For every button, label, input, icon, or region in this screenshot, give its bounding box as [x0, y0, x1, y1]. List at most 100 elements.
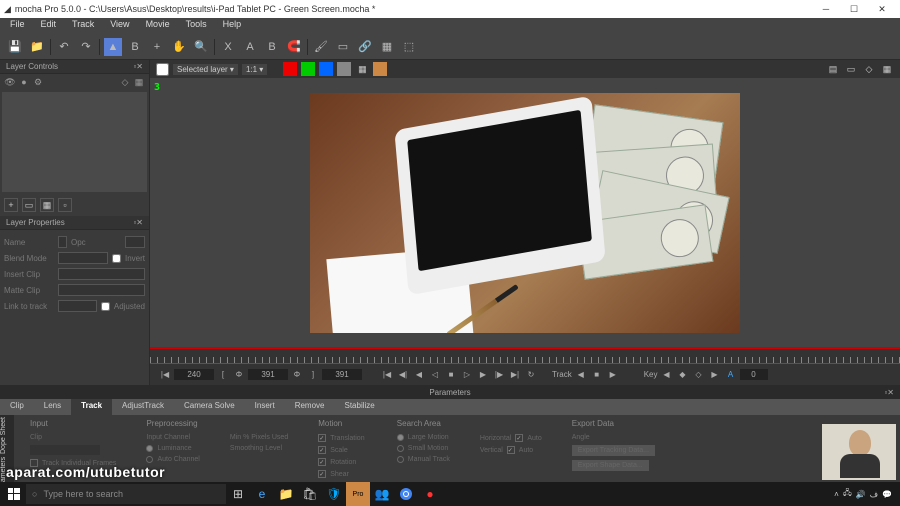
- brush-icon[interactable]: 🖌: [312, 38, 330, 56]
- network-icon[interactable]: 🖧: [843, 487, 852, 501]
- tray-up-icon[interactable]: ˄: [834, 490, 839, 499]
- set-out-icon[interactable]: ]: [306, 368, 320, 382]
- autokey-icon[interactable]: A: [724, 368, 738, 382]
- zoom-selector[interactable]: 1:1 ▾: [242, 64, 267, 75]
- params-close-icon[interactable]: ▫✕: [884, 388, 894, 397]
- scale-checkbox[interactable]: [318, 446, 326, 454]
- tab-adjusttrack[interactable]: AdjustTrack: [112, 399, 174, 415]
- b-snap-icon[interactable]: B: [263, 38, 281, 56]
- export-tracking-button[interactable]: Export Tracking Data...: [572, 445, 655, 456]
- key-next-icon[interactable]: ▶: [708, 368, 722, 382]
- tab-stabilize[interactable]: Stabilize: [334, 399, 384, 415]
- export-shape-button[interactable]: Export Shape Data...: [572, 460, 649, 471]
- dashed-rect-icon[interactable]: ⬚: [400, 38, 418, 56]
- lock-icon[interactable]: ●: [18, 76, 30, 88]
- menu-view[interactable]: View: [102, 18, 137, 34]
- sidetab-dopesheet[interactable]: Dope Sheet: [0, 417, 14, 454]
- chrome-icon[interactable]: [394, 482, 418, 506]
- undo-icon[interactable]: ↶: [55, 38, 73, 56]
- cog-icon[interactable]: ⚙: [32, 76, 44, 88]
- tab-remove[interactable]: Remove: [285, 399, 335, 415]
- name-field[interactable]: [58, 236, 67, 248]
- menu-file[interactable]: File: [2, 18, 33, 34]
- panel-close-icon[interactable]: ▫✕: [133, 218, 143, 227]
- clip-dropdown[interactable]: [30, 445, 100, 455]
- blend-field[interactable]: [58, 252, 108, 264]
- menu-edit[interactable]: Edit: [33, 18, 65, 34]
- volume-icon[interactable]: 🔊: [856, 490, 866, 499]
- maximize-button[interactable]: ☐: [840, 0, 868, 18]
- layer-group-icon[interactable]: ▦: [40, 198, 54, 212]
- taskview-icon[interactable]: ⊞: [226, 482, 250, 506]
- record-icon[interactable]: ●: [418, 482, 442, 506]
- large-motion-radio[interactable]: [397, 434, 404, 441]
- pan-tool-icon[interactable]: ✋: [170, 38, 188, 56]
- visibility-icon[interactable]: 👁: [4, 76, 16, 88]
- key-del-icon[interactable]: ◇: [692, 368, 706, 382]
- tab-clip[interactable]: Clip: [0, 399, 34, 415]
- luminance-radio[interactable]: [146, 445, 153, 452]
- explorer-icon[interactable]: 📁: [274, 482, 298, 506]
- opc-field[interactable]: [125, 236, 145, 248]
- rgb-b-icon[interactable]: [319, 62, 333, 76]
- matte-col-icon[interactable]: ▦: [133, 76, 145, 88]
- layer-list[interactable]: [2, 92, 147, 192]
- redo-icon[interactable]: ↷: [77, 38, 95, 56]
- matte-clip-field[interactable]: [58, 284, 145, 296]
- stop-icon[interactable]: ■: [444, 368, 458, 382]
- menu-tools[interactable]: Tools: [178, 18, 215, 34]
- link-icon[interactable]: 🔗: [356, 38, 374, 56]
- taskbar-search[interactable]: ○ Type here to search: [26, 484, 226, 504]
- key-prev-icon[interactable]: ◀: [660, 368, 674, 382]
- small-motion-radio[interactable]: [397, 445, 404, 452]
- set-in-icon[interactable]: [: [216, 368, 230, 382]
- step-back-icon[interactable]: ◀: [412, 368, 426, 382]
- current-frame-field[interactable]: 391: [322, 369, 362, 380]
- link-field[interactable]: [58, 300, 97, 312]
- clip-view-icon[interactable]: [373, 62, 387, 76]
- next-key-icon[interactable]: |▶: [492, 368, 506, 382]
- minimize-button[interactable]: ─: [812, 0, 840, 18]
- loop-icon[interactable]: ↻: [524, 368, 538, 382]
- rgb-g-icon[interactable]: [301, 62, 315, 76]
- xspline-tool-icon[interactable]: B: [126, 38, 144, 56]
- first-frame-icon[interactable]: |◀: [380, 368, 394, 382]
- start-button[interactable]: [2, 482, 26, 506]
- rotation-checkbox[interactable]: [318, 458, 326, 466]
- rect-tool-icon[interactable]: ▭: [334, 38, 352, 56]
- horiz-auto-checkbox[interactable]: [515, 434, 523, 442]
- shear-checkbox[interactable]: [318, 470, 326, 478]
- menu-movie[interactable]: Movie: [138, 18, 178, 34]
- layer-selector[interactable]: Selected layer ▾: [173, 64, 238, 75]
- play-back-icon[interactable]: ◁: [428, 368, 442, 382]
- step-fwd-icon[interactable]: ▶: [476, 368, 490, 382]
- overlay-icon[interactable]: ▦: [355, 62, 369, 76]
- invert-checkbox[interactable]: [112, 254, 121, 263]
- magnet-icon[interactable]: 🧲: [285, 38, 303, 56]
- adjusted-checkbox[interactable]: [101, 302, 110, 311]
- vert-auto-checkbox[interactable]: [507, 446, 515, 454]
- prev-key-icon[interactable]: ◀|: [396, 368, 410, 382]
- pointer-tool-icon[interactable]: ▲: [104, 38, 122, 56]
- end-frame-field[interactable]: 0: [740, 369, 768, 380]
- add-point-icon[interactable]: +: [148, 38, 166, 56]
- insert-clip-field[interactable]: [58, 268, 145, 280]
- trace-icon[interactable]: ▦: [880, 62, 894, 76]
- viewer-canvas[interactable]: 3: [150, 78, 900, 347]
- track-stop-icon[interactable]: ■: [590, 368, 604, 382]
- surface-icon[interactable]: ▭: [844, 62, 858, 76]
- auto-channel-radio[interactable]: [146, 456, 153, 463]
- layer-add-icon[interactable]: +: [4, 198, 18, 212]
- notifications-icon[interactable]: 💬: [882, 490, 892, 499]
- language-icon[interactable]: ف: [870, 490, 878, 499]
- open-icon[interactable]: 📁: [28, 38, 46, 56]
- x-snap-icon[interactable]: X: [219, 38, 237, 56]
- panel-close-icon[interactable]: ▫✕: [133, 62, 143, 71]
- translation-checkbox[interactable]: [318, 434, 326, 442]
- spline-col-icon[interactable]: ◇: [119, 76, 131, 88]
- edge-icon[interactable]: e: [250, 482, 274, 506]
- viewer-toggle-checkbox[interactable]: [156, 63, 169, 76]
- in-icon[interactable]: Φ: [232, 368, 246, 382]
- layer-duplicate-icon[interactable]: ▭: [22, 198, 36, 212]
- last-frame-icon[interactable]: ▶|: [508, 368, 522, 382]
